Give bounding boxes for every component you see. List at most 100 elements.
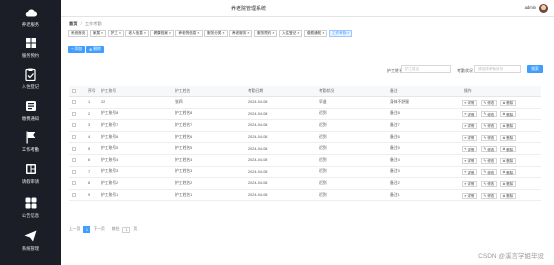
delete-button[interactable]: ⊗ 删除 [86, 46, 104, 53]
cell-date: 2024-04-08 [248, 193, 268, 198]
edit-button[interactable]: ✎ 修改 [481, 192, 497, 199]
detail-button[interactable]: ≡ 详情 [462, 122, 477, 129]
row-delete-button[interactable]: ⊗ 删除 [500, 99, 516, 106]
row-checkbox[interactable] [72, 178, 76, 189]
edit-button[interactable]: ✎ 修改 [481, 157, 497, 164]
search-button[interactable]: 搜索 [527, 65, 543, 73]
edit-button[interactable]: ✎ 修改 [481, 146, 497, 153]
breadcrumb-current: 工作考勤 [84, 21, 102, 26]
cell-remark: 备注3 [390, 169, 400, 174]
tag-checkin[interactable]: 入住登记 × [278, 30, 303, 37]
edit-button[interactable]: ✎ 修改 [481, 99, 497, 106]
edit-button[interactable]: ✎ 修改 [481, 122, 497, 129]
detail-icon: ≡ [464, 158, 467, 163]
row-checkbox[interactable] [72, 132, 76, 143]
sidebar-item-system-admin[interactable]: 系统管理 [0, 226, 61, 264]
tag-caregiver[interactable]: 护工 × [107, 30, 124, 37]
row-checkbox[interactable] [72, 143, 76, 154]
row-delete-button[interactable]: ⊗ 删除 [500, 111, 516, 118]
select-all-checkbox[interactable] [72, 86, 76, 96]
avatar[interactable] [539, 4, 548, 13]
detail-button[interactable]: ≡ 详情 [462, 192, 477, 199]
detail-icon: ≡ [464, 193, 467, 198]
detail-button[interactable]: ≡ 详情 [462, 99, 477, 106]
detail-icon: ≡ [464, 112, 467, 117]
edit-button[interactable]: ✎ 修改 [481, 169, 497, 176]
cell-name: 护工姓名4 [175, 157, 193, 162]
row-checkbox[interactable] [72, 97, 76, 108]
cell-name: 护工姓名5 [175, 146, 193, 151]
breadcrumb: 首页 / 工作考勤 [69, 21, 102, 26]
row-checkbox[interactable] [72, 109, 76, 120]
cell-remark: 身体不舒服 [390, 99, 409, 104]
detail-button[interactable]: ≡ 详情 [462, 157, 477, 164]
caregiver-name-input[interactable]: 护工姓名 [401, 65, 451, 73]
sidebar-item-leave-request[interactable]: 请假审请 [0, 159, 61, 197]
cell-date: 2024-04-08 [248, 169, 268, 174]
cell-remark: 备注2 [390, 180, 400, 185]
sidebar-item-label: 工作考勤 [21, 147, 40, 152]
apps-icon [24, 196, 38, 210]
cell-date: 2024-04-08 [248, 181, 268, 186]
detail-button[interactable]: ≡ 详情 [462, 169, 477, 176]
table-row: 1 22 张四 2024-04-08 早退 身体不舒服 ≡ 详情 ✎ 修改 ⊗ 删除 [69, 97, 541, 109]
tag-elder-service[interactable]: 养老服务 × [229, 30, 253, 37]
cell-remark: 备注6 [390, 134, 400, 139]
attendance-status-select[interactable]: 请选择考勤状况 [474, 65, 521, 73]
tag-attendance[interactable]: 工作考勤 × [328, 30, 353, 37]
row-checkbox[interactable] [72, 190, 76, 201]
row-delete-button[interactable]: ⊗ 删除 [500, 122, 516, 129]
row-checkbox[interactable] [72, 155, 76, 166]
breadcrumb-home[interactable]: 首页 [69, 21, 77, 26]
tag-service-booking[interactable]: 服务预约 × [253, 30, 278, 37]
tag-family[interactable]: 家属 × [89, 30, 107, 37]
sidebar-item-label: 养老服务 [21, 22, 40, 27]
cell-status: 迟到 [319, 122, 327, 127]
cell-account: 护工账号4 [101, 157, 119, 162]
header-actions: 操作 [464, 88, 472, 93]
edit-button[interactable]: ✎ 修改 [481, 111, 497, 118]
edit-button[interactable]: ✎ 修改 [481, 134, 497, 141]
detail-button[interactable]: ≡ 详情 [462, 111, 477, 118]
cell-name: 护工姓名8 [175, 111, 193, 116]
row-delete-button[interactable]: ⊗ 删除 [500, 134, 516, 141]
cloud-icon [24, 5, 38, 19]
page-number[interactable]: 1 [83, 226, 91, 233]
prev-page-button[interactable]: 上一页 [69, 227, 80, 232]
tag-health-record[interactable]: 健康档案 × [150, 30, 174, 37]
sidebar-item-label: 服务预约 [21, 53, 40, 58]
tag-payment-notice[interactable]: 缴费通知 × [303, 30, 328, 37]
row-delete-button[interactable]: ⊗ 删除 [500, 146, 516, 153]
table-row: 6 护工账号4 护工姓名4 2024-04-08 迟到 备注4 ≡ 详情 ✎ 修改 ⊗ 删除 [69, 155, 541, 167]
page-unit-label: 页 [133, 227, 138, 231]
cell-status: 早退 [319, 99, 327, 104]
row-delete-button[interactable]: ⊗ 删除 [500, 180, 516, 187]
user-name[interactable]: admin [525, 5, 536, 10]
cell-account: 护工账号5 [101, 146, 119, 151]
clipboard-icon [24, 67, 38, 81]
tag-home[interactable]: 系统首页 [68, 30, 89, 37]
next-page-button[interactable]: 下一页 [93, 227, 104, 232]
row-checkbox[interactable] [72, 120, 76, 131]
top-bar: 养老院管理系统 admin [61, 0, 554, 17]
tag-home-info[interactable]: 养老院信息 × [175, 30, 203, 37]
cell-remark: 备注1 [390, 192, 400, 197]
cell-index: 8 [88, 181, 91, 186]
cell-remark: 备注4 [390, 157, 400, 162]
cell-name: 张四 [175, 99, 183, 104]
row-checkbox[interactable] [72, 167, 76, 178]
row-delete-button[interactable]: ⊗ 删除 [500, 169, 516, 176]
tag-elder-info[interactable]: 老人信息 × [125, 30, 149, 37]
add-button[interactable]: + 添加 [68, 46, 85, 53]
detail-button[interactable]: ≡ 详情 [462, 134, 477, 141]
tag-service-category[interactable]: 服务分类 × [204, 30, 228, 37]
edit-icon: ✎ [483, 181, 487, 186]
row-delete-button[interactable]: ⊗ 删除 [500, 192, 516, 199]
delete-icon: ⊗ [502, 147, 506, 152]
edit-button[interactable]: ✎ 修改 [481, 180, 497, 187]
detail-button[interactable]: ≡ 详情 [462, 180, 477, 187]
goto-page-input[interactable]: 1 [122, 226, 131, 233]
row-delete-button[interactable]: ⊗ 删除 [500, 157, 516, 164]
detail-button[interactable]: ≡ 详情 [462, 146, 477, 153]
delete-icon: ⊗ [502, 170, 506, 175]
